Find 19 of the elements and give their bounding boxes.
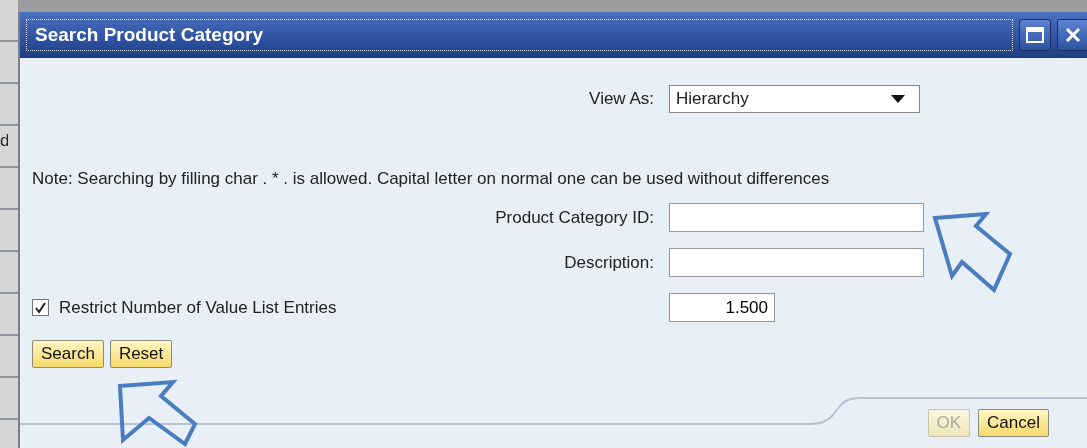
note-text: Note: Searching by filling char . * . is allowed. Capital letter on normal one can be used without differences [32, 169, 831, 189]
background-text: d [0, 131, 8, 151]
field-label: View As: [588, 89, 654, 109]
input-field[interactable] [669, 203, 924, 232]
cancel-button[interactable]: Cancel [978, 409, 1049, 437]
field-label: Description: [563, 252, 654, 273]
maximize-icon[interactable] [1019, 19, 1051, 51]
dropdown-value: Hierarchy [676, 89, 749, 109]
input-field[interactable] [669, 248, 924, 277]
window-title: Search Product Category [26, 19, 1013, 51]
checkbox[interactable] [32, 299, 49, 316]
caret-icon [891, 95, 905, 103]
view-as-dropdown[interactable]: Hierarchy [669, 85, 920, 113]
close-icon[interactable] [1057, 19, 1087, 51]
search-button[interactable]: Search [32, 340, 104, 368]
checkbox-label: Restrict Number of Value List Entries [59, 297, 337, 318]
reset-button[interactable]: Reset [109, 340, 173, 368]
input-field[interactable]: 1.500 [669, 293, 775, 322]
field-label: Product Category ID: [494, 207, 654, 228]
